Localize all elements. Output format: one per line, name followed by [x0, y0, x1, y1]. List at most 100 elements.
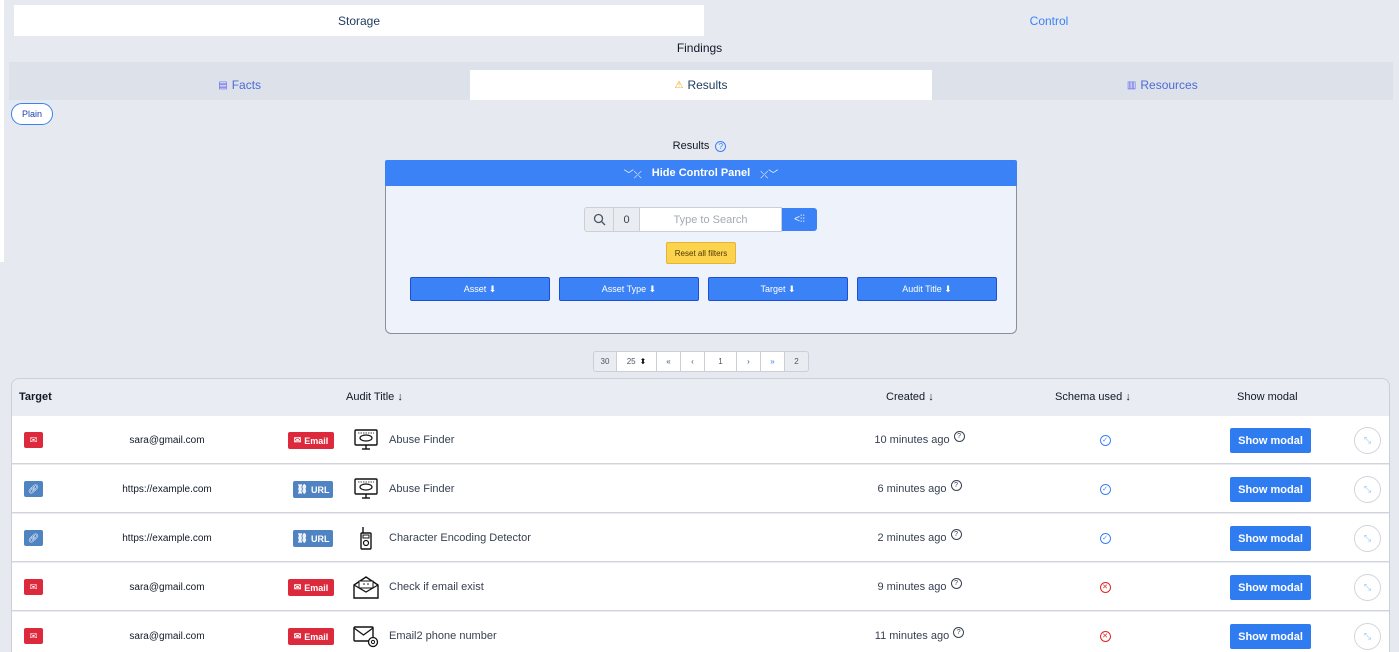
tab-storage[interactable]: Storage	[14, 5, 704, 36]
search-icon[interactable]	[584, 207, 614, 232]
filter-target-button[interactable]: Target ⬇	[708, 277, 848, 301]
results-heading-label: Results	[672, 140, 710, 152]
email-badge: ✉ Email	[288, 579, 334, 596]
question-icon[interactable]: ?	[953, 626, 965, 638]
filter-audit-title-button[interactable]: Audit Title ⬇	[857, 277, 997, 301]
show-modal-button[interactable]: Show modal	[1230, 477, 1311, 502]
link-icon: ⛓	[296, 484, 308, 494]
sort-arrows-icon: ⬍	[639, 357, 647, 366]
audit-title: Check if email exist	[389, 581, 484, 593]
question-icon[interactable]: ?	[950, 577, 962, 589]
expand-icon[interactable]: ⤡	[1354, 574, 1381, 601]
url-badge: ⛓ URL	[293, 481, 333, 498]
filter-buttons: Asset ⬇ Asset Type ⬇ Target ⬇ Audit Titl…	[410, 277, 997, 301]
email-badge: ✉ Email	[288, 628, 334, 645]
envelope-at-icon	[350, 612, 382, 652]
tab-facts-label: Facts	[231, 78, 262, 92]
tab-control[interactable]: Control	[704, 5, 1394, 36]
created-value: 2 minutes ago	[877, 532, 947, 544]
table-row: ✉ sara@gmail.com ✉ Email Abuse Finder 10 …	[12, 416, 1389, 464]
first-page-button[interactable]: «	[657, 351, 681, 372]
books-icon: ▥	[1126, 79, 1137, 91]
results-table: Target Audit Title ↓ Created ↓ Schema us…	[11, 378, 1390, 652]
url-badge: ⛓ URL	[293, 530, 333, 547]
created-value: 10 minutes ago	[874, 434, 950, 446]
check-circle-icon: ✓	[1099, 434, 1111, 446]
open-envelope-icon	[350, 563, 382, 611]
hide-control-panel-button[interactable]: ﹀⤫ Hide Control Panel ⤫﹀	[385, 160, 1017, 186]
expand-icon[interactable]: ⤡	[1354, 476, 1381, 503]
header-created[interactable]: Created ↓	[886, 391, 934, 403]
tab-facts[interactable]: ▤ Facts	[9, 70, 470, 100]
target-value: sara@gmail.com	[129, 630, 205, 642]
next-page-button[interactable]: ›	[737, 351, 761, 372]
schema-status: ✓	[1097, 514, 1113, 562]
help-icon[interactable]: ?	[715, 140, 727, 152]
audit-title: Email2 phone number	[389, 630, 497, 642]
table-row: ✉ sara@gmail.com ✉ Email Email2 phone num…	[12, 612, 1389, 652]
sliders-icon: <⫶⫶	[794, 214, 805, 225]
pagination: 30 25 ⬍ « ‹ 1 › » 2	[593, 351, 809, 372]
x-circle-icon: ✕	[1099, 581, 1111, 593]
table-header: Target Audit Title ↓ Created ↓ Schema us…	[12, 379, 1389, 416]
schema-status: ✕	[1097, 563, 1113, 611]
tab-results[interactable]: ⚠ Results	[470, 70, 932, 100]
question-icon[interactable]: ?	[953, 430, 965, 442]
page-size-select[interactable]: 25 ⬍	[617, 351, 657, 372]
warning-icon: ⚠	[674, 79, 684, 91]
link-icon: ⛓	[296, 533, 308, 543]
check-circle-icon: ✓	[1099, 483, 1111, 495]
created-value: 11 minutes ago	[874, 630, 950, 642]
badge-label: URL	[310, 484, 330, 495]
email-badge: ✉ Email	[288, 432, 334, 449]
created-time: 10 minutes ago?	[862, 416, 977, 464]
expand-icon[interactable]: ⤡	[1354, 623, 1381, 650]
expand-icon[interactable]: ⤡	[1354, 427, 1381, 454]
collapse-icon: ﹀⤫	[623, 169, 642, 181]
header-target[interactable]: Target	[19, 391, 52, 403]
badge-label: Email	[304, 631, 329, 642]
show-modal-button[interactable]: Show modal	[1230, 428, 1311, 453]
page-size-value: 25	[626, 357, 636, 366]
created-time: 11 minutes ago?	[862, 612, 977, 652]
target-value: https://example.com	[122, 532, 212, 544]
show-modal-button[interactable]: Show modal	[1230, 526, 1311, 551]
x-circle-icon: ✕	[1099, 630, 1111, 642]
plain-toggle-button[interactable]: Plain	[11, 103, 53, 125]
question-icon[interactable]: ?	[950, 528, 962, 540]
badge-label: Email	[304, 435, 329, 446]
left-edge-strip	[0, 0, 4, 262]
last-page-button[interactable]: »	[761, 351, 785, 372]
created-time: 2 minutes ago?	[862, 514, 977, 562]
prev-page-button[interactable]: ‹	[681, 351, 705, 372]
table-row: 🔗︎ https://example.com ⛓ URL Character En…	[12, 514, 1389, 562]
search-bar: 0 <⫶⫶	[584, 207, 817, 232]
results-heading: Results ?	[0, 140, 1399, 152]
link-icon: 🔗︎	[24, 530, 43, 546]
header-schema-used[interactable]: Schema used ↓	[1055, 391, 1131, 403]
filter-asset-button[interactable]: Asset ⬇	[410, 277, 550, 301]
email-icon: ✉	[24, 628, 43, 644]
audit-title: Character Encoding Detector	[389, 532, 531, 544]
email-icon: ✉	[24, 579, 43, 595]
filter-asset-type-button[interactable]: Asset Type ⬇	[559, 277, 699, 301]
show-modal-button[interactable]: Show modal	[1230, 575, 1311, 600]
header-audit-title[interactable]: Audit Title ↓	[346, 391, 403, 403]
tab-resources[interactable]: ▥ Resources	[932, 70, 1393, 100]
schema-status: ✓	[1097, 465, 1113, 513]
link-icon: 🔗︎	[24, 481, 43, 497]
top-tabs: Storage Control	[14, 5, 1394, 36]
reset-filters-button[interactable]: Reset all filters	[666, 242, 736, 264]
control-panel: 0 <⫶⫶ Reset all filters Asset ⬇ Asset Ty…	[385, 186, 1017, 334]
target-value: sara@gmail.com	[129, 581, 205, 593]
current-page[interactable]: 1	[705, 351, 737, 372]
search-input[interactable]	[640, 207, 782, 232]
show-modal-button[interactable]: Show modal	[1230, 624, 1311, 649]
expand-icon[interactable]: ⤡	[1354, 525, 1381, 552]
question-icon[interactable]: ?	[950, 479, 962, 491]
badge-label: URL	[310, 533, 330, 544]
advanced-filter-button[interactable]: <⫶⫶	[782, 208, 817, 231]
target-value: sara@gmail.com	[129, 434, 205, 446]
monitor-icon	[350, 416, 382, 464]
tab-results-label: Results	[687, 78, 728, 92]
